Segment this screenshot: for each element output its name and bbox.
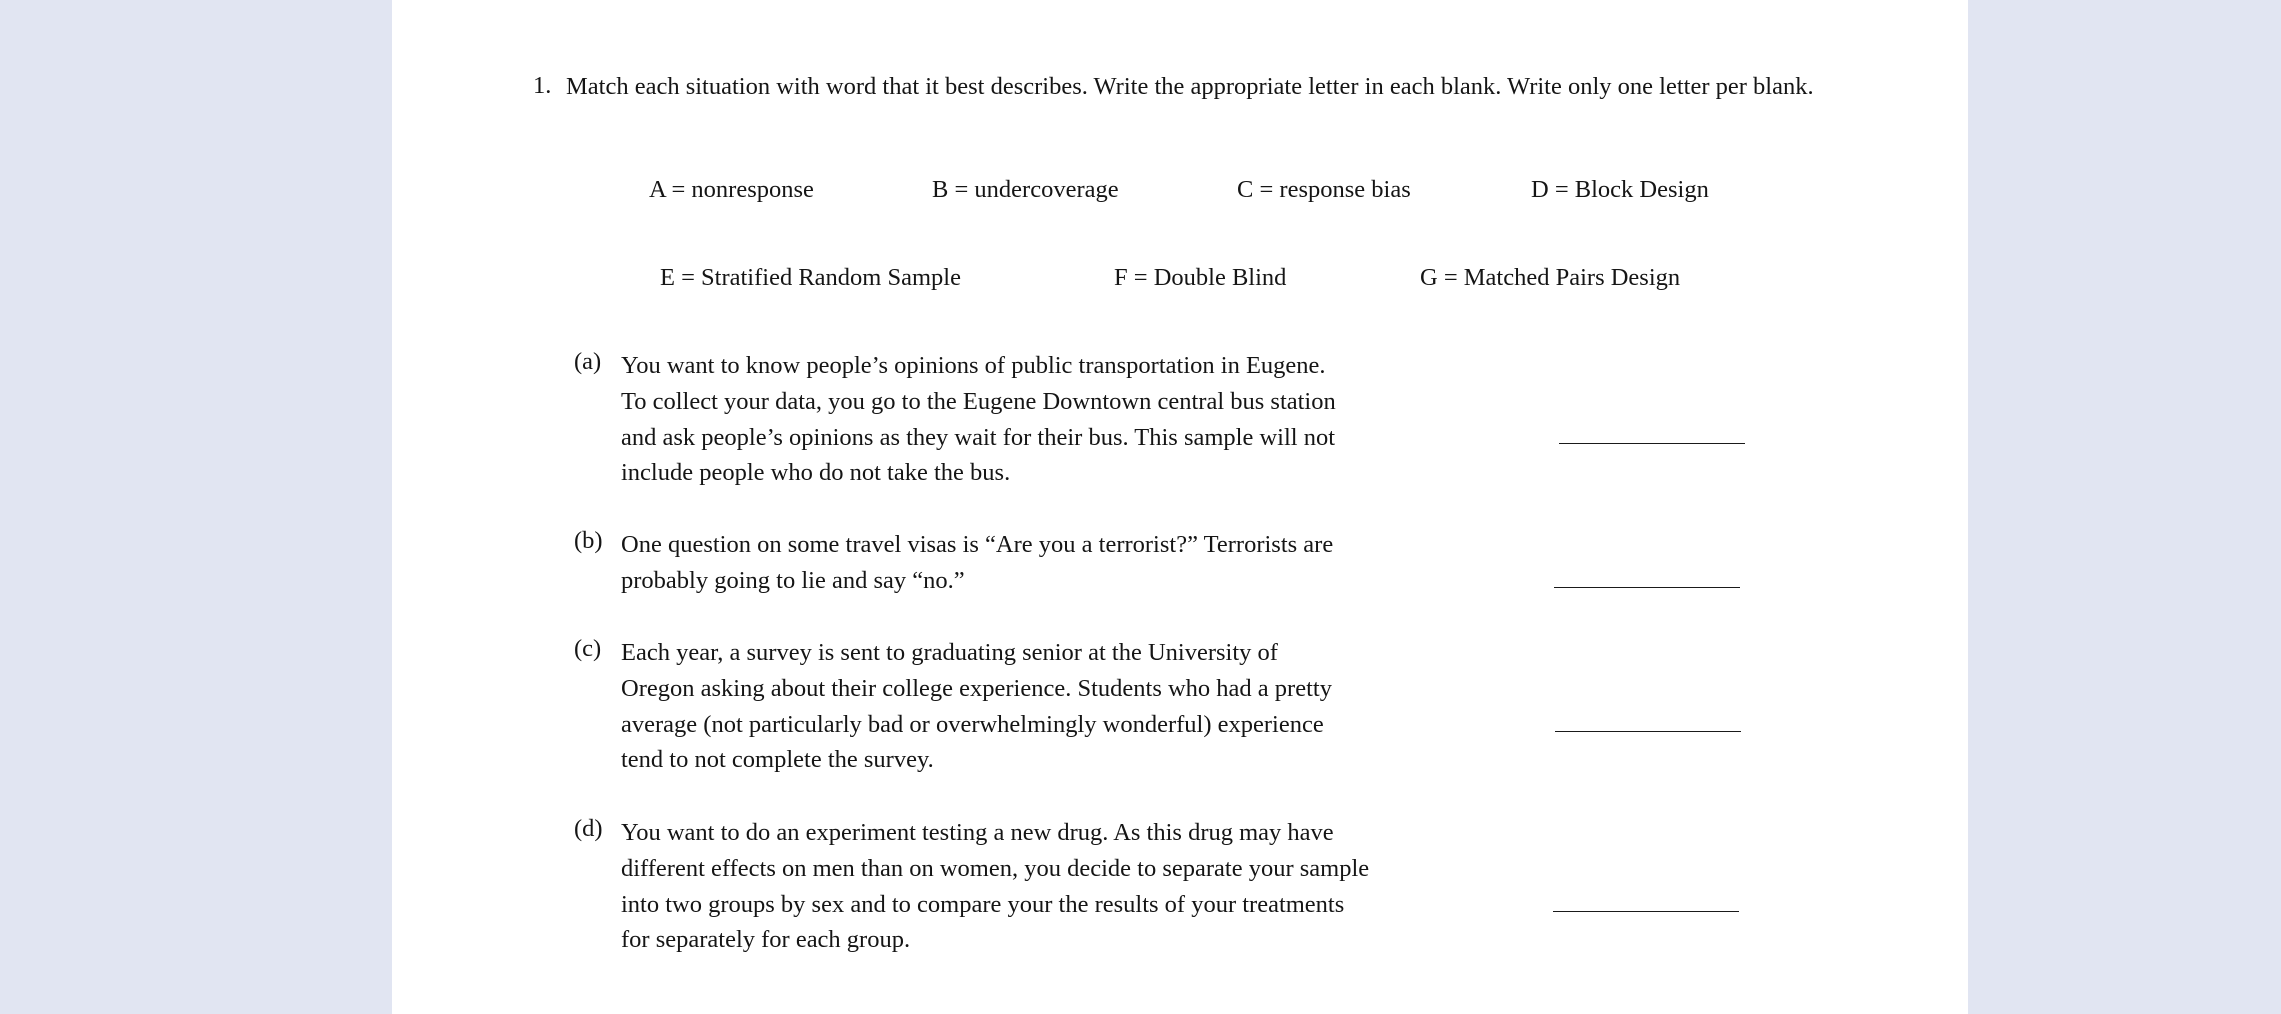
answer-blank-a[interactable] — [1559, 443, 1745, 444]
item-text-c: Each year, a survey is sent to graduatin… — [621, 635, 1501, 778]
answer-blank-c[interactable] — [1555, 731, 1741, 732]
item-c-line: Each year, a survey is sent to graduatin… — [621, 639, 1278, 666]
item-c-line: tend to not complete the survey. — [621, 746, 934, 774]
item-label-d: (d) — [574, 815, 603, 842]
legend-option-e: E = Stratified Random Sample — [660, 264, 961, 291]
item-c-line: average (not particularly bad or overwhe… — [621, 710, 1324, 738]
item-d-line: into two groups by sex and to compare yo… — [621, 890, 1345, 918]
item-d-line: for separately for each group. — [621, 926, 911, 954]
item-d-line: You want to do an experiment testing a n… — [621, 819, 1334, 846]
item-b-line: probably going to lie and say “no.” — [621, 566, 965, 594]
item-label-a: (a) — [574, 348, 602, 375]
item-a-line: To collect your data, you go to the Euge… — [621, 387, 1336, 415]
item-a-line: and ask people’s opinions as they wait f… — [621, 423, 1336, 451]
item-text-a: You want to know people’s opinions of pu… — [621, 348, 1501, 491]
item-text-d: You want to do an experiment testing a n… — [621, 815, 1501, 958]
item-d-line: different effects on men than on women, … — [621, 854, 1370, 882]
legend-option-c: C = response bias — [1237, 176, 1411, 203]
answer-blank-d[interactable] — [1553, 911, 1739, 912]
legend-option-g: G = Matched Pairs Design — [1420, 264, 1681, 291]
item-label-c: (c) — [574, 635, 602, 662]
legend-option-b: B = undercoverage — [932, 176, 1119, 203]
legend-option-f: F = Double Blind — [1114, 264, 1287, 291]
item-c-line: Oregon asking about their college experi… — [621, 674, 1332, 702]
answer-blank-b[interactable] — [1554, 587, 1740, 588]
item-a-line: You want to know people’s opinions of pu… — [621, 352, 1326, 379]
legend-option-a: A = nonresponse — [649, 176, 814, 203]
question-number: 1. — [533, 72, 552, 99]
item-label-b: (b) — [574, 527, 603, 554]
legend-option-d: D = Block Design — [1531, 176, 1709, 203]
item-b-line: One question on some travel visas is “Ar… — [621, 531, 1334, 558]
question-instructions: Match each situation with word that it b… — [566, 73, 1814, 100]
item-a-line: include people who do not take the bus. — [621, 459, 1011, 487]
item-text-b: One question on some travel visas is “Ar… — [621, 527, 1501, 599]
